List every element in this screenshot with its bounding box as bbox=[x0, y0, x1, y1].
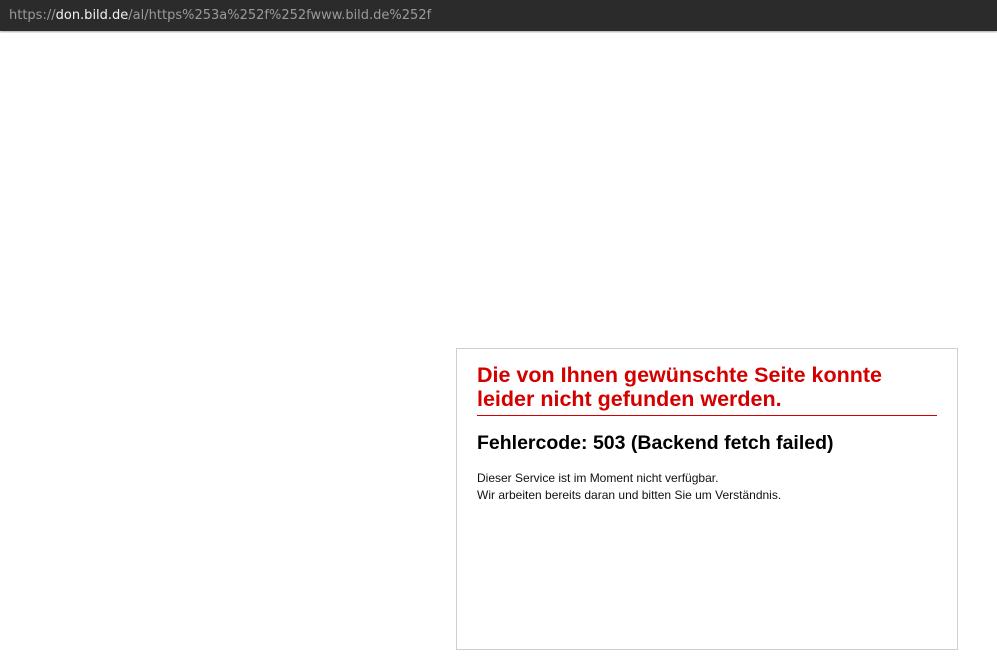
error-divider bbox=[477, 415, 937, 416]
error-message: Dieser Service ist im Moment nicht verfü… bbox=[477, 470, 781, 504]
page-content: Die von Ihnen gewünschte Seite konnte le… bbox=[0, 33, 997, 662]
url-host: don.bild.de bbox=[55, 8, 129, 23]
error-message-line-2: Wir arbeiten bereits daran und bitten Si… bbox=[477, 488, 782, 502]
error-code: Fehlercode: 503 (Backend fetch failed) bbox=[477, 432, 834, 454]
url-scheme: https:// bbox=[9, 8, 56, 23]
error-message-line-1: Dieser Service ist im Moment nicht verfü… bbox=[477, 471, 719, 485]
address-bar[interactable]: https://don.bild.de/al/https%253a%252f%2… bbox=[0, 0, 997, 31]
error-title: Die von Ihnen gewünschte Seite konnte le… bbox=[477, 363, 882, 411]
url-path: /al/https%253a%252f%252fwww.bild.de%252f bbox=[128, 8, 432, 23]
error-box: Die von Ihnen gewünschte Seite konnte le… bbox=[456, 348, 958, 650]
